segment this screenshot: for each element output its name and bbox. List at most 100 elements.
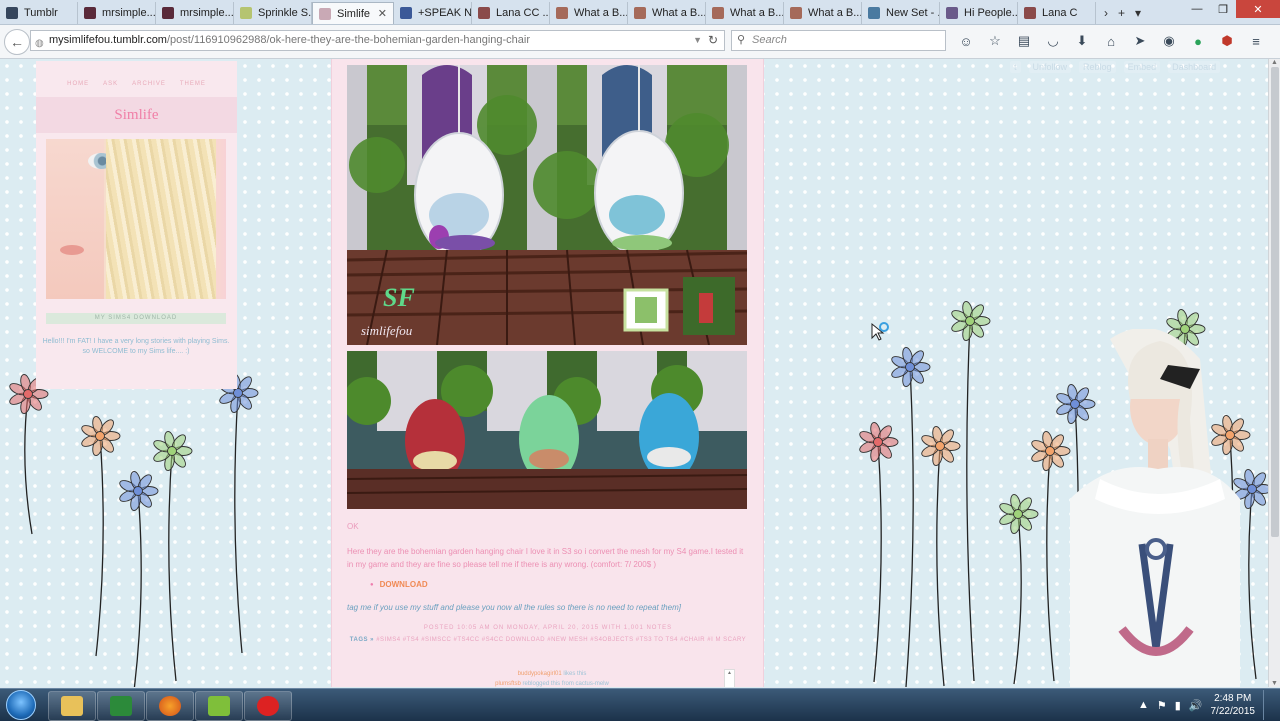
tab-label: mrsimple... [180,7,234,19]
tab-0[interactable]: Tumblr [0,2,78,24]
reblog-button[interactable]: Reblog [1079,61,1116,73]
sims-download-link[interactable]: MY SIMS4 DOWNLOAD [46,313,226,324]
flower-center [95,431,105,441]
scroll-down-icon[interactable]: ▼ [1271,680,1278,687]
tumblr-icon [6,7,18,19]
scroll-up-icon[interactable]: ▲ [1271,59,1278,66]
adblock-icon[interactable]: ⬢ [1216,31,1238,51]
tab-9[interactable]: What a B... [706,2,784,24]
action-center-icon[interactable]: ⚑ [1157,699,1167,712]
tab-label: Sprinkle S... [258,7,312,19]
tray-arrow-icon[interactable]: ▲ [1138,699,1149,711]
download-link[interactable]: DOWNLOAD [370,580,428,589]
note-user[interactable]: buddypokagirl01 [518,671,562,677]
tab-1[interactable]: mrsimple... [78,2,156,24]
tab-label: Lana CC ... [496,7,550,19]
minimize-button[interactable]: — [1184,0,1210,18]
blog-nav-ask[interactable]: ASK [103,81,118,87]
embed-button[interactable]: Embed [1123,61,1161,73]
tab-list: Tumblr mrsimple... mrsimple... Sprinkle S..… [0,0,1096,24]
blog-nav-theme[interactable]: THEME [180,81,206,87]
close-window-button[interactable]: ✕ [1236,0,1280,18]
extension-icon[interactable]: ☺ [955,31,977,51]
taskbar-media-player[interactable] [97,691,145,721]
camtasia-icon [208,696,230,716]
grammarly-icon[interactable]: ● [1187,31,1209,51]
tab-10[interactable]: What a B... [784,2,862,24]
home-icon[interactable]: ⌂ [1100,31,1122,51]
portrait-lips [60,245,84,255]
tab-2[interactable]: mrsimple... [156,2,234,24]
post-column: SF simlifefou OK Here they are the bohem… [331,59,764,687]
tab-label: Tumblr [24,7,58,19]
taskbar-camtasia[interactable] [195,691,243,721]
close-tab-icon[interactable]: ✕ [378,7,387,20]
list-tabs-icon[interactable]: ▾ [1135,6,1141,20]
maximize-button[interactable]: ❐ [1210,0,1236,18]
tab-label: +SPEAK N... [418,7,472,19]
tab-label: Lana C [1042,7,1078,19]
clock-date: 7/22/2015 [1210,706,1256,717]
download-icon[interactable]: ⬇ [1071,31,1093,51]
tab-tools: › + ▾ [1096,2,1149,24]
notes-scroll-control[interactable]: ▲ [724,669,735,687]
note-user[interactable]: plumsftsb [495,681,521,687]
tumblr-logo-icon[interactable]: t [1010,61,1021,73]
tab-6[interactable]: Lana CC ... [472,2,550,24]
menu-icon[interactable]: ≡ [1245,31,1267,51]
clock[interactable]: 2:48 PM 7/22/2015 [1211,692,1256,718]
taskbar-recorder[interactable] [244,691,292,721]
site-icon [946,7,958,19]
taskbar-firefox[interactable] [146,691,194,721]
blog-title[interactable]: Simlife [114,107,158,124]
taskbar-explorer[interactable] [48,691,96,721]
tab-8[interactable]: What a B... [628,2,706,24]
tab-5[interactable]: +SPEAK N... [394,2,472,24]
pocket-icon[interactable]: ◡ [1042,31,1064,51]
start-button[interactable] [3,689,39,721]
volume-icon[interactable]: 🔊 [1189,699,1203,712]
post-meta[interactable]: POSTED 10:05 AM ON MONDAY, APRIL 20, 201… [347,625,749,631]
tags-label: TAGS » [349,637,375,643]
tab-4[interactable]: Simlife ✕ [312,2,394,24]
tags-list[interactable]: #SIMS4 #TS4 #SIMSCC #TS4CC #S4CC DOWNLOA… [376,637,746,643]
tab-11[interactable]: New Set - ... [862,2,940,24]
tab-label: What a B... [652,7,706,19]
back-button[interactable]: ← [4,29,30,55]
tab-13[interactable]: Lana C [1018,2,1096,24]
tab-label: What a B... [808,7,862,19]
tab-7[interactable]: What a B... [550,2,628,24]
url-bar[interactable]: ◍ mysimlifefou.tumblr.com/post/116910962… [30,30,725,51]
browser-tab-strip: Tumblr mrsimple... mrsimple... Sprinkle S..… [0,0,1280,25]
page-scrollbar[interactable]: ▲ ▼ [1268,59,1280,687]
tab-3[interactable]: Sprinkle S... [234,2,312,24]
scrollbar-thumb[interactable] [1271,67,1279,537]
bookmark-star-icon[interactable]: ☆ [984,31,1006,51]
url-dropdown-icon[interactable]: ▼ [693,31,702,50]
new-tab-icon[interactable]: + [1118,6,1125,20]
windows-taskbar: ▲ ⚑ ▮ 🔊 2:48 PM 7/22/2015 [0,688,1280,721]
tab-12[interactable]: Hi People... [940,2,1018,24]
site-icon [868,7,880,19]
search-input[interactable]: ⚲ Search [731,30,946,51]
system-tray: ▲ ⚑ ▮ 🔊 2:48 PM 7/22/2015 [1138,689,1272,721]
network-icon[interactable]: ▮ [1175,699,1181,712]
flower-center [133,486,143,496]
chat-icon[interactable]: ◉ [1158,31,1180,51]
post-image-2[interactable] [347,351,747,509]
windows-orb-icon [6,690,36,720]
blog-nav-archive[interactable]: ARCHIVE [132,81,166,87]
scroll-tabs-right-icon[interactable]: › [1104,6,1108,20]
flower-center [965,316,975,326]
unfollow-button[interactable]: Unfollow [1028,61,1072,73]
bookmarks-list-icon[interactable]: ▤ [1013,31,1035,51]
post-image-1[interactable]: SF simlifefou [347,65,747,345]
dashboard-button[interactable]: Dashboard [1168,61,1221,73]
note-action: reblogged this from cactus-melw [522,681,609,687]
blog-nav-home[interactable]: HOME [67,81,89,87]
reload-icon[interactable]: ↻ [708,31,718,50]
blog-nav: HOME ASK ARCHIVE THEME [36,81,237,87]
send-icon[interactable]: ➤ [1129,31,1151,51]
show-desktop-button[interactable] [1263,690,1272,720]
post-body: Here they are the bohemian garden hangin… [347,547,744,569]
